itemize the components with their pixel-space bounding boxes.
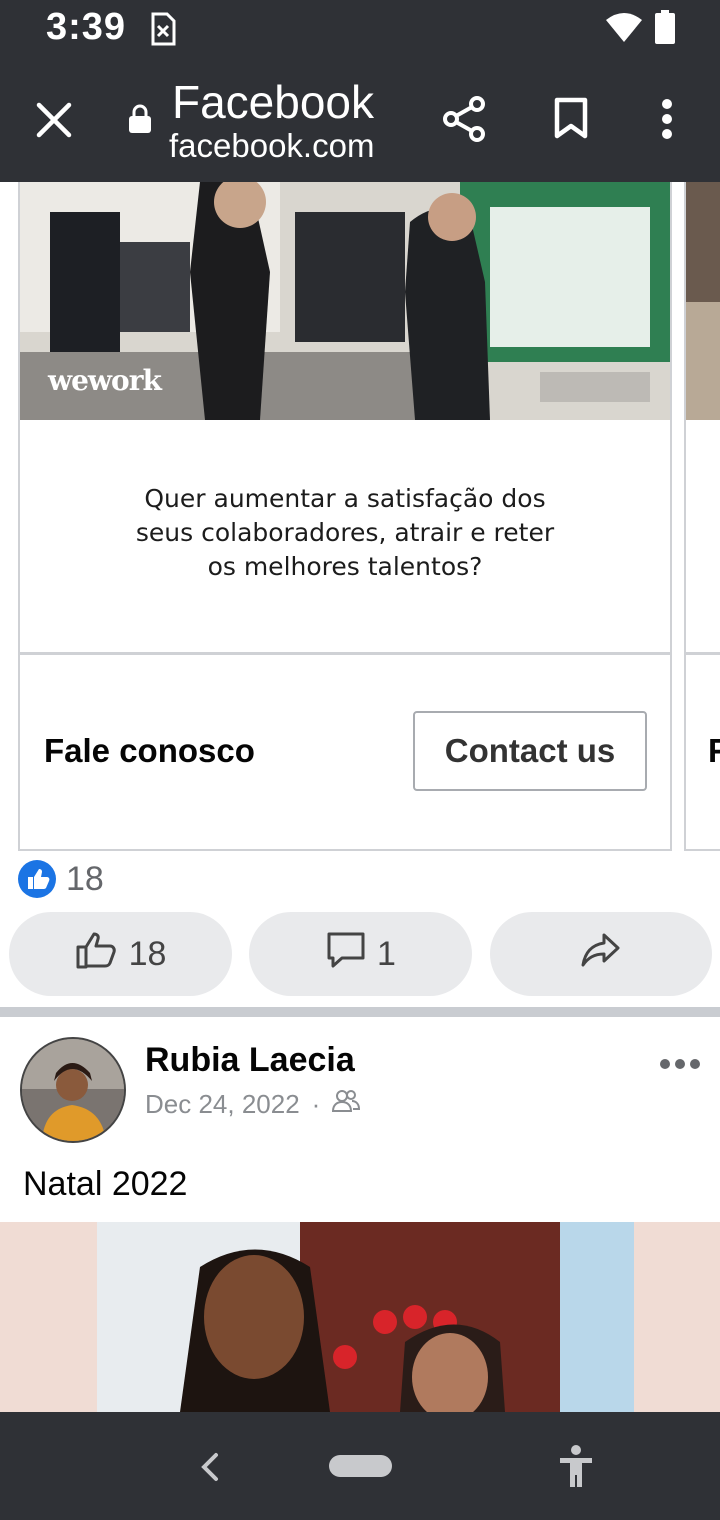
like-button-count: 18 [128,934,167,973]
post-header: Rubia Laecia Dec 24, 2022 · Natal 2022 [0,1017,720,1217]
ad-carousel-next-card[interactable]: F [684,182,720,851]
post-photo[interactable] [0,1222,720,1412]
lock-icon [128,104,152,139]
avatar[interactable] [20,1037,126,1143]
page-title: Facebook [172,76,375,128]
card-divider [20,652,670,655]
page-url[interactable]: facebook.com [169,126,374,166]
home-pill[interactable] [329,1455,392,1477]
sim-error-icon [150,12,176,51]
comment-icon [325,930,367,979]
comment-count: 1 [377,934,396,973]
ad-photo: wework [20,182,670,420]
next-card-photo [686,182,720,420]
ad-cta-text: Fale conosco [44,732,255,769]
like-button[interactable]: 18 [9,912,232,996]
brand-logo: wework [48,364,162,397]
like-total: 18 [66,860,104,898]
status-time: 3:39 [46,6,127,48]
close-icon[interactable] [36,102,72,143]
post-separator [0,1007,720,1017]
share-icon[interactable] [442,96,486,147]
share-button[interactable] [490,912,712,996]
comment-button[interactable]: 1 [249,912,472,996]
post-date[interactable]: Dec 24, 2022 [145,1089,300,1120]
card-divider [686,652,720,655]
share-arrow-icon [580,931,622,978]
like-reaction-icon [18,860,56,898]
ad-tagline: Quer aumentar a satisfação dos seus cola… [135,484,555,581]
back-icon[interactable] [200,1452,220,1487]
browser-toolbar: Facebook facebook.com [0,60,720,182]
bookmark-icon[interactable] [554,97,588,144]
battery-icon [655,10,675,49]
contact-us-button[interactable]: Contact us [413,711,647,791]
more-options-icon[interactable] [660,1057,700,1075]
post-author[interactable]: Rubia Laecia [145,1041,355,1080]
system-nav-bar [0,1412,720,1520]
more-vert-icon[interactable] [660,98,674,145]
next-card-cta-text: F [708,732,720,770]
post-text: Natal 2022 [23,1165,188,1203]
meta-separator: · [311,1089,321,1119]
ad-carousel-card[interactable]: wework Quer aumentar a satisfação dos se… [18,182,672,851]
post-meta: Dec 24, 2022 · [145,1089,361,1120]
accessibility-icon[interactable] [558,1444,594,1493]
wifi-icon [606,12,642,47]
friends-icon [332,1089,361,1120]
status-bar: 3:39 [0,0,720,60]
thumbs-up-icon [75,930,119,979]
feed-content[interactable]: wework Quer aumentar a satisfação dos se… [0,182,720,1412]
